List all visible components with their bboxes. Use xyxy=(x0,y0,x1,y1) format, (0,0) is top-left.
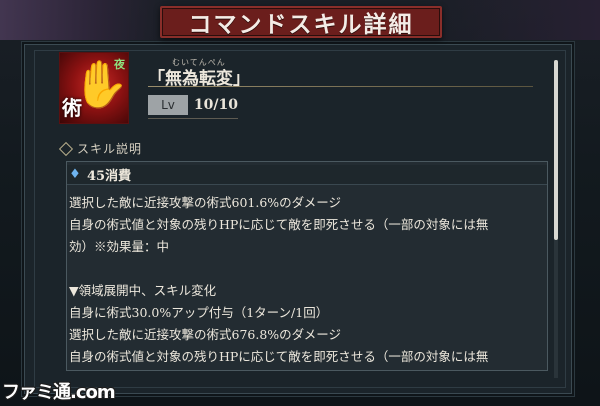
description-line: 効）※効果量：中 xyxy=(69,239,170,254)
cursed-energy-icon: ♦ xyxy=(69,166,81,182)
divider xyxy=(148,118,238,119)
skill-icon: ✋ 夜 術 xyxy=(59,52,129,124)
section-header: スキル説明 xyxy=(58,140,143,157)
title-banner: コマンドスキル詳細 xyxy=(160,6,442,38)
description-line: 自身の術式値と対象の残りHPに応じて敵を即死させる（一部の対象には無 xyxy=(69,349,489,364)
level-label: Lv xyxy=(148,95,188,115)
description-line: 自身に術式30.0%アップ付与（1ターン/1回） xyxy=(69,305,329,320)
description-line: ▼領域展開中、スキル変化 xyxy=(69,283,217,298)
description-line xyxy=(69,258,547,280)
level-value: 10/10 xyxy=(193,97,238,113)
description-text: 選択した敵に近接攻撃の術式601.6%のダメージ 自身の術式値と対象の残りHPに… xyxy=(69,192,547,368)
description-line: 自身の術式値と対象の残りHPに応じて敵を即死させる（一部の対象には無 xyxy=(69,217,489,232)
skill-icon-kanji: 術 xyxy=(62,96,82,120)
section-title: スキル説明 xyxy=(77,142,143,156)
watermark: ファミ通.com xyxy=(2,382,116,403)
background-art-left xyxy=(0,0,170,40)
cost-row: ♦ 45消費 xyxy=(67,165,547,185)
background-art-right xyxy=(420,0,600,40)
description-line: 選択した敵に近接攻撃の術式601.6%のダメージ xyxy=(69,195,342,210)
description-line: 選択した敵に近接攻撃の術式676.8%のダメージ xyxy=(69,327,342,342)
diamond-icon xyxy=(58,141,74,156)
divider xyxy=(148,86,533,87)
skill-description-box[interactable]: ♦ 45消費 選択した敵に近接攻撃の術式601.6%のダメージ 自身の術式値と対… xyxy=(66,161,548,371)
cost-text: 45消費 xyxy=(87,169,132,184)
skill-icon-tag: 夜 xyxy=(114,58,125,71)
page-title: コマンドスキル詳細 xyxy=(188,11,414,38)
scrollbar-thumb[interactable] xyxy=(554,60,558,240)
